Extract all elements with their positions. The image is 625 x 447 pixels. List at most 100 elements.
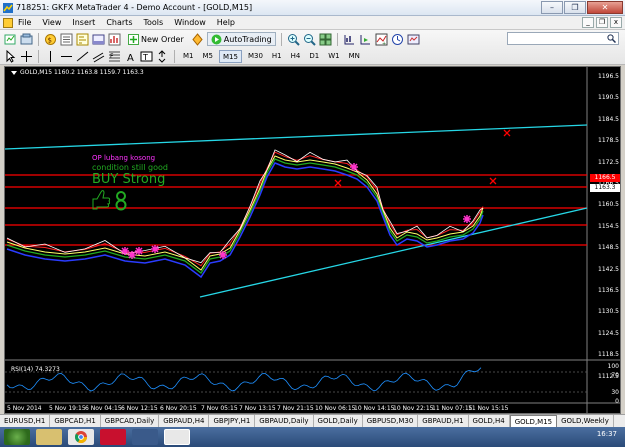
time-axis-label: 10 Nov 14:15 (354, 405, 395, 412)
price-axis-label: 1172.5 (598, 158, 619, 166)
start-button[interactable] (4, 429, 30, 445)
menu-charts[interactable]: Charts (106, 18, 132, 27)
menu-insert[interactable]: Insert (72, 18, 95, 27)
navigator-icon[interactable] (76, 33, 89, 46)
time-axis-label: 7 Nov 13:15 (239, 405, 276, 412)
app-taskbar-icon-2[interactable] (132, 429, 158, 445)
chart-canvas[interactable] (5, 67, 620, 413)
chart-tab[interactable]: GBPCAD,Daily (101, 415, 160, 427)
chart-window-icon[interactable] (3, 18, 13, 28)
time-axis-label: 6 Nov 04:15 (85, 405, 122, 412)
annotation-buy-strong[interactable]: BUY Strong (92, 172, 165, 187)
chart-tab[interactable]: GBPUSD,M30 (363, 415, 419, 427)
menu-window[interactable]: Window (174, 18, 206, 27)
app-taskbar-icon[interactable] (100, 429, 126, 445)
chart-tab[interactable]: GBPJPY,H1 (209, 415, 256, 427)
chart-tab[interactable]: GBPCAD,H1 (50, 415, 101, 427)
new-order-button[interactable]: New Order (124, 32, 188, 46)
metatrader-taskbar-icon[interactable] (164, 429, 190, 445)
chrome-taskbar-icon[interactable] (68, 429, 94, 445)
taskbar: 16:37 (0, 427, 625, 447)
profiles-icon[interactable] (20, 33, 33, 46)
time-axis-label: 11 Nov 07:15 (432, 405, 473, 412)
signal-marker (151, 245, 159, 253)
chart-tab[interactable]: GBPAUD,H1 (418, 415, 469, 427)
chart-tab[interactable]: GBPAUD,H4 (159, 415, 210, 427)
terminal-icon[interactable] (92, 33, 105, 46)
indicators-icon[interactable]: + (375, 33, 388, 46)
signal-marker (463, 215, 471, 223)
chart-tab[interactable]: GOLD,Weekly (557, 415, 614, 427)
vertical-line-icon[interactable] (44, 50, 57, 63)
price-axis-label: 1184.5 (598, 115, 619, 123)
search-icon[interactable] (607, 34, 616, 43)
chart-restore-button[interactable]: ❐ (596, 17, 608, 28)
horizontal-line-icon[interactable] (60, 50, 73, 63)
chart-tab[interactable]: GBPAUD,Daily (255, 415, 314, 427)
line-price-tag: 1166.5 (590, 174, 620, 182)
market-watch-icon[interactable]: $ (44, 33, 57, 46)
timeframe-mn[interactable]: MN (346, 50, 363, 63)
timeframe-m5[interactable]: M5 (200, 50, 217, 63)
explorer-taskbar-icon[interactable] (36, 429, 62, 445)
annotation-condition[interactable]: condition still good (92, 163, 168, 172)
zoom-in-icon[interactable] (287, 33, 300, 46)
menu-view[interactable]: View (42, 18, 61, 27)
menu-tools[interactable]: Tools (143, 18, 163, 27)
strategy-tester-icon[interactable] (108, 33, 121, 46)
chart-tab[interactable]: GOLD,Daily (314, 415, 363, 427)
timeframe-d1[interactable]: D1 (306, 50, 322, 63)
data-window-icon[interactable] (60, 33, 73, 46)
close-button[interactable]: ✕ (587, 1, 623, 14)
chart-minimize-button[interactable]: _ (582, 17, 594, 28)
chart-window[interactable]: GOLD,M15 1160.2 1163.8 1159.7 1163.3 119… (4, 66, 621, 414)
rsi-line (6, 367, 482, 392)
timeframe-m15[interactable]: M15 (219, 49, 242, 63)
signal-marker (128, 251, 136, 259)
toolbar-separator (38, 49, 39, 63)
upper-trendline (5, 124, 588, 150)
chart-collapse-icon[interactable] (11, 70, 17, 75)
timeframe-h4[interactable]: H4 (288, 50, 304, 63)
period-icon[interactable] (391, 33, 404, 46)
text-label-icon[interactable]: T (140, 50, 153, 63)
rsi-level-30: 30 (611, 389, 619, 396)
price-axis-label: 1196.5 (598, 73, 619, 80)
time-axis-label: 6 Nov 20:15 (160, 405, 197, 412)
svg-text:T: T (142, 53, 148, 62)
price-axis-label: 1136.5 (598, 287, 619, 294)
search-field[interactable] (507, 32, 619, 45)
equidistant-channel-icon[interactable] (92, 50, 105, 63)
arrows-icon[interactable] (156, 49, 169, 63)
autotrading-button[interactable]: AutoTrading (206, 32, 276, 46)
timeframe-m1[interactable]: M1 (180, 50, 197, 63)
timeframe-h1[interactable]: H1 (269, 50, 285, 63)
trendline-icon[interactable] (76, 50, 89, 63)
expert-advisor-icon[interactable] (191, 32, 204, 46)
svg-text:A: A (127, 53, 134, 63)
chart-close-button[interactable]: x (610, 17, 622, 28)
price-axis-label: 1154.5 (598, 222, 619, 230)
chart-tab[interactable]: GOLD,M15 (509, 415, 558, 427)
chart-shift-icon[interactable] (343, 33, 356, 46)
templates-icon[interactable] (407, 33, 420, 46)
chart-tab[interactable]: EURUSD,H1 (0, 415, 51, 427)
crosshair-icon[interactable] (20, 50, 33, 63)
fibonacci-icon[interactable]: F (108, 50, 121, 63)
menu-file[interactable]: File (18, 18, 31, 27)
autoscroll-icon[interactable] (359, 33, 372, 46)
maximize-button[interactable]: ❐ (564, 1, 586, 14)
search-input[interactable] (508, 33, 604, 44)
minimize-button[interactable]: – (541, 1, 563, 14)
new-chart-icon[interactable] (4, 33, 17, 46)
chart-tab[interactable]: GOLD,H4 (469, 415, 510, 427)
cursor-icon[interactable] (4, 49, 17, 63)
text-tool-icon[interactable]: A (124, 50, 137, 63)
toolbar: $ New Order AutoTrading + F A T M1 M5 M1… (0, 30, 625, 65)
tile-windows-icon[interactable] (319, 33, 332, 46)
timeframe-m30[interactable]: M30 (245, 50, 266, 63)
zoom-out-icon[interactable] (303, 33, 316, 46)
menu-help[interactable]: Help (217, 18, 235, 27)
timeframe-w1[interactable]: W1 (325, 50, 342, 63)
annotation-op-lubang[interactable]: OP lubang kosong (92, 154, 155, 162)
